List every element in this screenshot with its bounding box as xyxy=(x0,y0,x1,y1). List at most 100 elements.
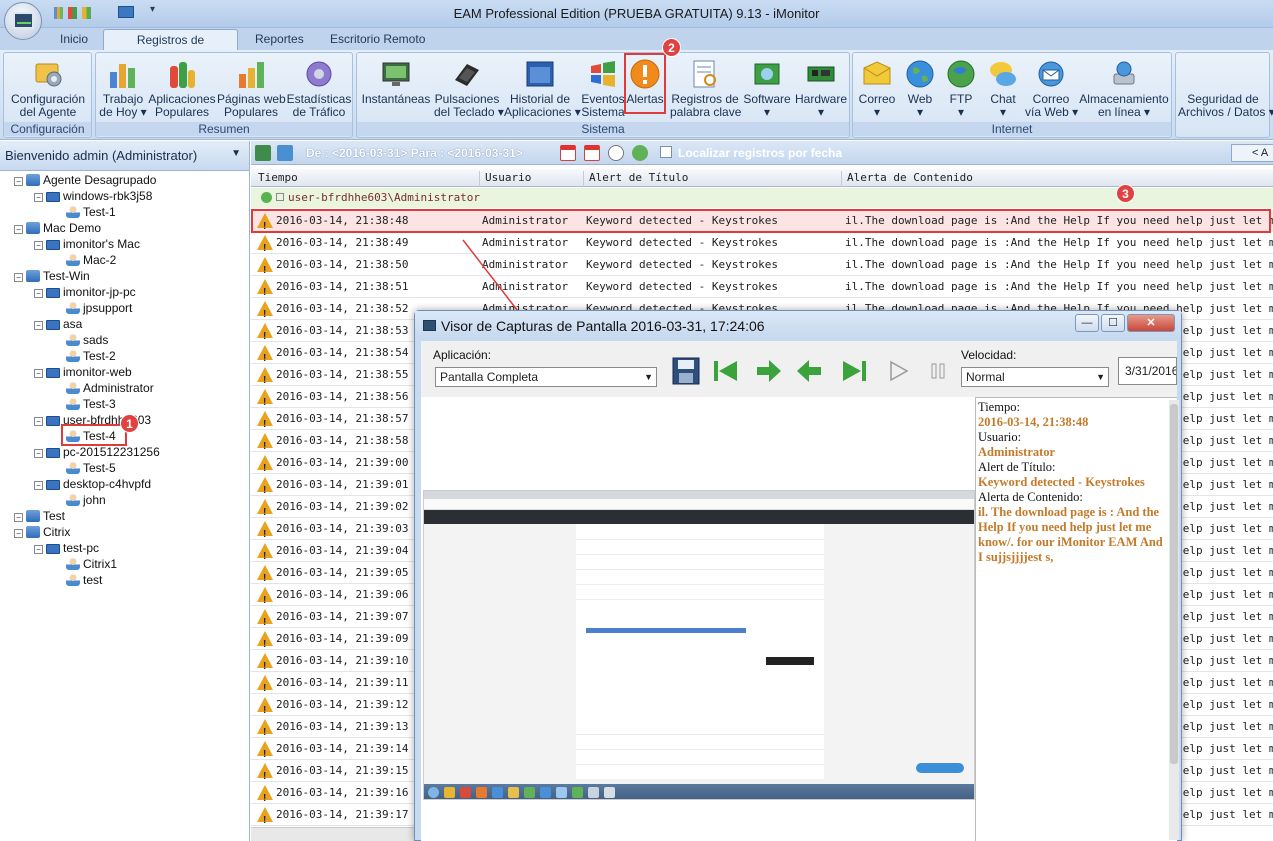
hardware-button[interactable]: Hardware ▾ xyxy=(794,55,848,123)
tree-node[interactable]: − Test-Win xyxy=(14,268,90,284)
go-icon[interactable] xyxy=(632,145,648,161)
expand-toggle-icon[interactable]: − xyxy=(34,449,43,458)
horizontal-scrollbar[interactable] xyxy=(251,827,421,841)
tree-node[interactable]: Test-5 xyxy=(54,460,116,476)
tree-node[interactable]: Test-1 xyxy=(54,204,116,220)
expand-toggle-icon[interactable]: − xyxy=(34,417,43,426)
group-checkbox[interactable] xyxy=(276,193,284,201)
expand-toggle-icon[interactable]: − xyxy=(34,193,43,202)
correo-via-web-button[interactable]: Correo vía Web ▾ xyxy=(1025,55,1078,123)
software-button[interactable]: Software ▾ xyxy=(741,55,793,123)
almacenamiento-en-linea-button[interactable]: Almacenamiento en línea ▾ xyxy=(1079,55,1169,123)
col-alert-titulo[interactable]: Alert de Título xyxy=(583,171,841,187)
tree-node[interactable]: jpsupport xyxy=(54,300,132,316)
date-picker[interactable]: 3/31/2016 xyxy=(1118,357,1177,385)
apps-icon[interactable] xyxy=(68,7,77,19)
tab-escritorio-remoto[interactable]: Escritorio Remoto xyxy=(318,29,437,50)
first-frame-icon[interactable] xyxy=(711,357,741,385)
speed-select[interactable]: Normal ▼ xyxy=(961,367,1109,387)
expand-toggle-icon[interactable]: − xyxy=(34,321,43,330)
tree-node[interactable]: Mac-2 xyxy=(54,252,116,268)
tab-registros-de-equipos[interactable]: Registros de Equipos xyxy=(103,29,238,67)
tree-node[interactable]: − Test xyxy=(14,508,65,524)
correo-button[interactable]: Correo ▾ xyxy=(855,55,899,123)
col-usuario[interactable]: Usuario xyxy=(479,171,583,187)
table-row[interactable]: 2016-03-14, 21:38:49 Administrator Keyword… xyxy=(251,232,1273,254)
tree-node[interactable]: − imonitor-jp-pc xyxy=(34,284,136,300)
ftp-button[interactable]: FTP ▾ xyxy=(941,55,981,123)
tree-node[interactable]: Citrix1 xyxy=(54,556,117,572)
expand-toggle-icon[interactable]: − xyxy=(14,225,23,234)
expand-toggle-icon[interactable]: − xyxy=(34,369,43,378)
quick-access-toolbar[interactable] xyxy=(52,5,112,21)
expand-toggle-icon[interactable]: − xyxy=(34,289,43,298)
previous-frame-icon[interactable] xyxy=(795,357,825,385)
paginas-web-populares-button[interactable]: Páginas web Populares xyxy=(217,55,286,123)
nav-button[interactable]: < A xyxy=(1231,144,1273,162)
collapse-icon[interactable] xyxy=(261,192,272,203)
table-row[interactable]: 2016-03-14, 21:38:51 Administrator Keyword… xyxy=(251,276,1273,298)
app-menu-button[interactable] xyxy=(4,2,42,40)
tab-reportes[interactable]: Reportes xyxy=(243,29,316,50)
registros-palabra-clave-button[interactable]: Registros de palabra clave xyxy=(670,55,741,123)
minimize-button[interactable]: — xyxy=(1075,314,1099,332)
info-scrollbar[interactable] xyxy=(1169,400,1179,840)
tree-node[interactable]: john xyxy=(54,492,106,508)
expand-toggle-icon[interactable]: − xyxy=(14,273,23,282)
instantaneas-button[interactable]: Instantáneas xyxy=(361,55,431,123)
qat-dropdown-icon[interactable]: ▾ xyxy=(150,4,155,15)
col-alerta-contenido[interactable]: Alerta de Contenido xyxy=(841,171,1273,187)
alertas-button[interactable]: Alertas xyxy=(624,53,666,114)
pulsaciones-teclado-button[interactable]: Pulsaciones del Teclado ▾ xyxy=(434,55,504,123)
tree-node[interactable]: − pc-201512231256 xyxy=(34,444,160,460)
estadisticas-trafico-button[interactable]: Estadísticas de Tráfico xyxy=(286,55,352,123)
tree-node[interactable]: − asa xyxy=(34,316,82,332)
calendar-to-icon[interactable] xyxy=(584,145,600,161)
tree-node[interactable]: − Agente Desagrupado xyxy=(14,172,156,188)
col-tiempo[interactable]: Tiempo xyxy=(253,171,479,187)
expand-toggle-icon[interactable]: − xyxy=(14,513,23,522)
welcome-header[interactable]: Bienvenido admin (Administrator) ▼ xyxy=(0,141,249,171)
expand-toggle-icon[interactable]: − xyxy=(14,529,23,538)
dropdown-icon[interactable]: ▼ xyxy=(231,148,241,159)
tab-inicio[interactable]: Inicio xyxy=(48,29,100,50)
refresh-icon[interactable] xyxy=(277,145,293,161)
table-row[interactable]: 2016-03-14, 21:38:50 Administrator Keyword… xyxy=(251,254,1273,276)
expand-toggle-icon[interactable]: − xyxy=(14,177,23,186)
last-frame-icon[interactable] xyxy=(839,357,869,385)
tree-node[interactable]: − desktop-c4hvpfd xyxy=(34,476,151,492)
clock-icon[interactable] xyxy=(608,145,624,161)
historial-aplicaciones-button[interactable]: Historial de Aplicaciones ▾ xyxy=(504,55,581,123)
web-icon[interactable] xyxy=(82,7,91,19)
expand-toggle-icon[interactable]: − xyxy=(34,545,43,554)
tree-node[interactable]: − imonitor's Mac xyxy=(34,236,140,252)
next-frame-icon[interactable] xyxy=(753,357,783,385)
chart-icon[interactable] xyxy=(54,7,63,19)
tree-node[interactable]: − imonitor-web xyxy=(34,364,132,380)
trabajo-hoy-button[interactable]: Trabajo de Hoy ▾ xyxy=(99,55,147,123)
tree-node[interactable]: − Mac Demo xyxy=(14,220,101,236)
tree-node[interactable]: test xyxy=(54,572,102,588)
expand-toggle-icon[interactable]: − xyxy=(34,241,43,250)
close-button[interactable]: ✕ xyxy=(1127,314,1175,332)
expand-toggle-icon[interactable]: − xyxy=(34,481,43,490)
locate-by-date-checkbox[interactable] xyxy=(660,146,672,158)
tree-node[interactable]: Administrator xyxy=(54,380,154,396)
save-icon[interactable] xyxy=(671,357,701,385)
tree-node[interactable]: Test-2 xyxy=(54,348,116,364)
tree-node[interactable]: Test-3 xyxy=(54,396,116,412)
pause-icon[interactable] xyxy=(923,357,953,385)
maximize-button[interactable]: ☐ xyxy=(1101,314,1125,332)
tree-node[interactable]: − test-pc xyxy=(34,540,99,556)
tree-node[interactable]: − windows-rbk3j58 xyxy=(34,188,152,204)
export-icon[interactable] xyxy=(255,145,271,161)
aplicaciones-populares-button[interactable]: Aplicaciones Populares xyxy=(148,55,216,123)
app-select[interactable]: Pantalla Completa ▼ xyxy=(435,367,657,387)
play-icon[interactable] xyxy=(883,357,913,385)
tree-node[interactable]: sads xyxy=(54,332,108,348)
web-button[interactable]: Web ▾ xyxy=(901,55,939,123)
tree-node[interactable]: − Citrix xyxy=(14,524,70,540)
calendar-from-icon[interactable] xyxy=(560,145,576,161)
monitor-icon[interactable] xyxy=(118,6,134,18)
screenshot-canvas[interactable] xyxy=(421,397,975,841)
